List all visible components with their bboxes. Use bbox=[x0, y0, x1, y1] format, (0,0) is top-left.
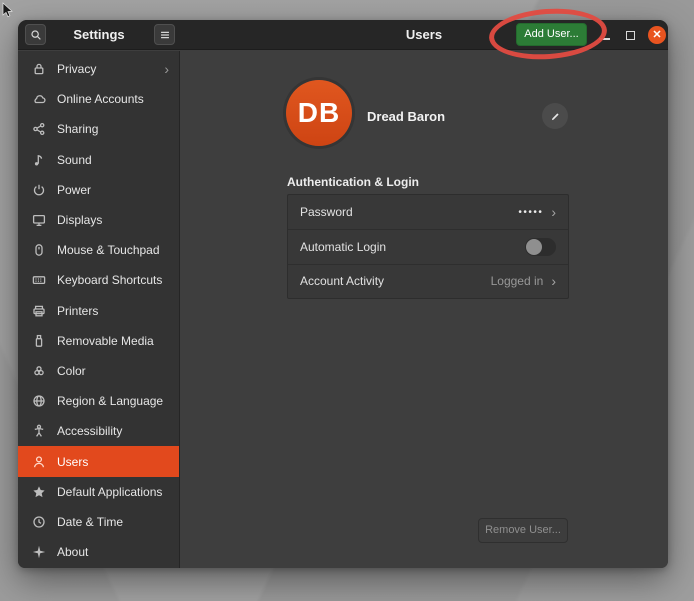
sidebar-item-label: Removable Media bbox=[57, 334, 154, 348]
add-user-button[interactable]: Add User... bbox=[516, 23, 587, 46]
mouse-icon bbox=[31, 242, 47, 258]
settings-window: Settings Users Add User... ✕ Privacy › O… bbox=[18, 20, 668, 568]
power-icon bbox=[31, 182, 47, 198]
sidebar-item-label: Displays bbox=[57, 213, 102, 227]
star-icon bbox=[31, 484, 47, 500]
password-dots: ••••• bbox=[518, 207, 543, 218]
lock-icon bbox=[31, 61, 47, 77]
printer-icon bbox=[31, 303, 47, 319]
avatar[interactable]: DB bbox=[286, 80, 352, 146]
sidebar-item-printers[interactable]: Printers bbox=[18, 296, 179, 326]
color-circles-icon bbox=[31, 363, 47, 379]
sidebar-item-label: Date & Time bbox=[57, 515, 123, 529]
remove-user-button[interactable]: Remove User... bbox=[478, 518, 568, 543]
titlebar: Settings Users Add User... ✕ bbox=[18, 20, 668, 50]
music-note-icon bbox=[31, 152, 47, 168]
usb-drive-icon bbox=[31, 333, 47, 349]
sidebar-item-users[interactable]: Users bbox=[18, 446, 179, 476]
hamburger-menu-button[interactable] bbox=[154, 24, 175, 45]
chevron-right-icon: › bbox=[551, 274, 556, 288]
sidebar-item-about[interactable]: About bbox=[18, 537, 179, 567]
users-panel: DB Dread Baron Authentication & Login Pa… bbox=[181, 51, 668, 568]
section-title: Authentication & Login bbox=[287, 175, 419, 189]
sidebar-item-label: Power bbox=[57, 183, 91, 197]
clock-icon bbox=[31, 514, 47, 530]
sidebar-item-sharing[interactable]: Sharing bbox=[18, 114, 179, 144]
sidebar-item-label: Users bbox=[57, 455, 88, 469]
sidebar-item-date-time[interactable]: Date & Time bbox=[18, 507, 179, 537]
sidebar-item-label: Sharing bbox=[57, 122, 98, 136]
sidebar-item-label: Printers bbox=[57, 304, 98, 318]
accessibility-icon bbox=[31, 423, 47, 439]
maximize-button[interactable] bbox=[626, 31, 635, 40]
sidebar-item-region-language[interactable]: Region & Language bbox=[18, 386, 179, 416]
sidebar-item-online-accounts[interactable]: Online Accounts bbox=[18, 84, 179, 114]
pencil-icon bbox=[549, 110, 562, 123]
chevron-right-icon: › bbox=[164, 62, 169, 76]
sidebar-item-label: Accessibility bbox=[57, 424, 122, 438]
sidebar-item-default-applications[interactable]: Default Applications bbox=[18, 477, 179, 507]
auth-login-list: Password ••••• › Automatic Login Ac bbox=[287, 194, 569, 299]
sidebar-item-label: Privacy bbox=[57, 62, 96, 76]
sparkle-icon bbox=[31, 544, 47, 560]
sidebar-item-label: Default Applications bbox=[57, 485, 162, 499]
chevron-right-icon: › bbox=[551, 205, 556, 219]
sidebar-item-label: Color bbox=[57, 364, 86, 378]
desktop: Settings Users Add User... ✕ Privacy › O… bbox=[0, 0, 694, 601]
sidebar-item-label: Mouse & Touchpad bbox=[57, 243, 160, 257]
mouse-cursor-icon bbox=[1, 2, 15, 20]
sidebar-item-label: Sound bbox=[57, 153, 92, 167]
sidebar-item-displays[interactable]: Displays bbox=[18, 205, 179, 235]
sidebar-item-color[interactable]: Color bbox=[18, 356, 179, 386]
sidebar-item-label: Keyboard Shortcuts bbox=[57, 273, 162, 287]
keyboard-icon bbox=[31, 272, 47, 288]
sidebar-item-privacy[interactable]: Privacy › bbox=[18, 54, 179, 84]
sidebar-item-removable-media[interactable]: Removable Media bbox=[18, 326, 179, 356]
minimize-button[interactable] bbox=[599, 38, 610, 40]
user-icon bbox=[31, 454, 47, 470]
globe-icon bbox=[31, 393, 47, 409]
sidebar-item-power[interactable]: Power bbox=[18, 175, 179, 205]
sidebar-item-accessibility[interactable]: Accessibility bbox=[18, 416, 179, 446]
cloud-icon bbox=[31, 91, 47, 107]
user-name: Dread Baron bbox=[367, 109, 445, 124]
password-label: Password bbox=[300, 205, 353, 219]
sidebar-item-sound[interactable]: Sound bbox=[18, 145, 179, 175]
automatic-login-label: Automatic Login bbox=[300, 240, 386, 254]
toggle-knob bbox=[526, 239, 542, 255]
account-activity-label: Account Activity bbox=[300, 274, 384, 288]
share-icon bbox=[31, 121, 47, 137]
sidebar-item-keyboard-shortcuts[interactable]: Keyboard Shortcuts bbox=[18, 265, 179, 295]
sidebar: Privacy › Online Accounts Sharing Sound … bbox=[18, 51, 180, 568]
sidebar-item-label: Region & Language bbox=[57, 394, 163, 408]
avatar-initials: DB bbox=[298, 97, 340, 129]
close-button[interactable]: ✕ bbox=[648, 26, 666, 44]
automatic-login-toggle[interactable] bbox=[525, 238, 556, 256]
automatic-login-row: Automatic Login bbox=[288, 229, 568, 263]
page-title: Users bbox=[180, 20, 668, 50]
account-activity-value: Logged in bbox=[491, 274, 544, 288]
account-activity-row[interactable]: Account Activity Logged in › bbox=[288, 264, 568, 298]
sidebar-item-mouse-touchpad[interactable]: Mouse & Touchpad bbox=[18, 235, 179, 265]
close-icon: ✕ bbox=[652, 30, 661, 41]
hamburger-icon bbox=[158, 28, 172, 42]
edit-user-button[interactable] bbox=[542, 103, 568, 129]
display-icon bbox=[31, 212, 47, 228]
sidebar-item-label: Online Accounts bbox=[57, 92, 144, 106]
sidebar-item-label: About bbox=[57, 545, 88, 559]
password-row[interactable]: Password ••••• › bbox=[288, 195, 568, 229]
